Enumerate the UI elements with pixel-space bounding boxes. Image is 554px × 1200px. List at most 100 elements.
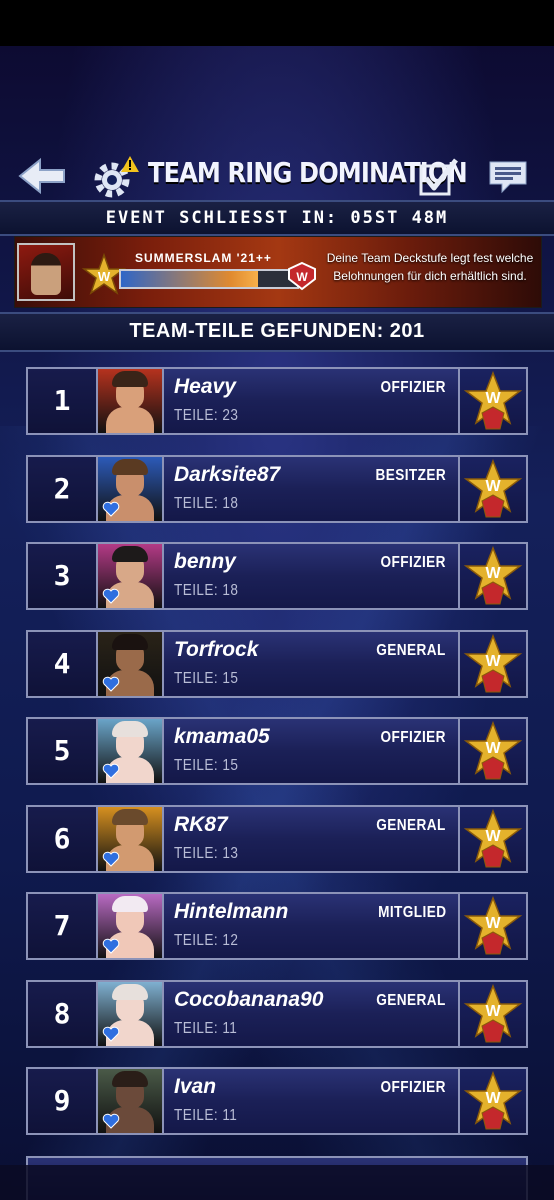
member-name: Ivan: [174, 1075, 217, 1098]
member-rank: 5: [28, 719, 98, 783]
member-parts-count: TEILE: 15: [174, 669, 239, 687]
member-rank: 3: [28, 544, 98, 608]
top-bar: TEAM RING DOMINATION: [0, 148, 554, 200]
member-row[interactable]: 9 Ivan TEILE: 11 OFFIZIER W: [26, 1067, 528, 1135]
member-role: GENERAL: [376, 816, 446, 834]
event-timer-bar: EVENT SCHLIESST IN: 05ST 48M: [0, 200, 554, 236]
member-rank: 2: [28, 456, 98, 521]
member-avatar[interactable]: [98, 456, 164, 521]
member-parts-count: TEILE: 12: [174, 932, 239, 949]
member-row[interactable]: 4 Torfrock TEILE: 15 GENERAL W: [26, 629, 528, 698]
reward-wwe-star-icon[interactable]: W: [458, 1069, 526, 1133]
member-role: OFFIZIER: [380, 1079, 446, 1096]
member-avatar[interactable]: [98, 981, 164, 1046]
reward-wwe-star-icon[interactable]: W: [458, 631, 526, 696]
member-avatar[interactable]: [98, 1069, 164, 1133]
member-parts-count: TEILE: 18: [174, 582, 239, 599]
member-name: benny: [174, 550, 236, 573]
event-avatar: [17, 243, 75, 301]
member-row[interactable]: 6 RK87 TEILE: 13 GENERAL W: [26, 804, 528, 873]
heart-icon: [102, 588, 120, 604]
reward-wwe-star-icon[interactable]: W: [458, 894, 526, 958]
status-bar: [0, 0, 554, 46]
member-rank: 4: [28, 631, 98, 696]
member-role: MITGLIED: [377, 904, 446, 921]
svg-text:W: W: [485, 565, 501, 582]
member-name: Hintelmann: [174, 900, 289, 923]
svg-text:W: W: [98, 269, 111, 284]
member-avatar[interactable]: [98, 631, 164, 696]
reward-wwe-star-icon[interactable]: W: [458, 544, 526, 608]
member-name: Torfrock: [174, 637, 259, 661]
member-avatar[interactable]: [98, 369, 164, 433]
member-avatar[interactable]: [98, 806, 164, 871]
event-timer-text: EVENT SCHLIESST IN: 05ST 48M: [105, 208, 449, 228]
member-parts-count: TEILE: 11: [174, 1019, 238, 1037]
checkbox-checked-icon[interactable]: [418, 156, 460, 198]
member-parts-count: TEILE: 11: [174, 1107, 238, 1124]
member-role: OFFIZIER: [380, 379, 446, 396]
member-role: GENERAL: [376, 641, 446, 659]
bottom-shade: [0, 1165, 554, 1200]
wwe-red-badge-icon: W: [288, 261, 316, 291]
member-parts-count: TEILE: 18: [174, 494, 239, 512]
reward-wwe-star-icon[interactable]: W: [458, 456, 526, 521]
event-progress-bar: [119, 269, 299, 289]
member-name: Darksite87: [174, 462, 281, 486]
member-row[interactable]: 2 Darksite87 TEILE: 18 BESITZER W: [26, 454, 528, 523]
member-row[interactable]: 3 benny TEILE: 18 OFFIZIER W: [26, 542, 528, 610]
member-row[interactable]: 5 kmama05 TEILE: 15 OFFIZIER W: [26, 717, 528, 785]
team-parts-bar: TEAM-TEILE GEFUNDEN: 201: [0, 312, 554, 352]
reward-wwe-star-icon[interactable]: W: [458, 806, 526, 871]
chat-icon[interactable]: [488, 160, 528, 196]
member-name: RK87: [174, 812, 228, 836]
member-name: Heavy: [174, 375, 236, 398]
member-role: BESITZER: [375, 466, 446, 484]
svg-text:W: W: [485, 915, 501, 932]
event-info-text: Deine Team Deckstufe legt fest welche Be…: [326, 251, 534, 283]
heart-icon: [102, 1026, 120, 1042]
member-role: OFFIZIER: [380, 554, 446, 571]
member-rank: 9: [28, 1069, 98, 1133]
member-avatar[interactable]: [98, 544, 164, 608]
svg-text:W: W: [485, 478, 501, 495]
member-avatar[interactable]: [98, 894, 164, 958]
reward-wwe-star-icon[interactable]: W: [458, 369, 526, 433]
member-parts-count: TEILE: 15: [174, 757, 239, 774]
member-rank: 7: [28, 894, 98, 958]
heart-icon: [102, 1113, 120, 1129]
reward-wwe-star-icon[interactable]: W: [458, 981, 526, 1046]
reward-wwe-star-icon[interactable]: W: [458, 719, 526, 783]
member-role: OFFIZIER: [380, 729, 446, 746]
member-name: Cocobanana90: [174, 987, 324, 1011]
member-role: GENERAL: [376, 991, 446, 1009]
heart-icon: [102, 501, 120, 517]
heart-icon: [102, 763, 120, 779]
svg-text:W: W: [485, 653, 501, 670]
member-row[interactable]: 8 Cocobanana90 TEILE: 11 GENERAL W: [26, 979, 528, 1048]
heart-icon: [102, 938, 120, 954]
heart-icon: [102, 676, 120, 692]
member-avatar[interactable]: [98, 719, 164, 783]
page-title: TEAM RING DOMINATION: [148, 156, 468, 189]
member-rank: 8: [28, 981, 98, 1046]
gear-alert-icon[interactable]: [92, 154, 140, 198]
svg-text:W: W: [485, 1090, 501, 1107]
member-rank: 6: [28, 806, 98, 871]
svg-text:W: W: [485, 390, 501, 407]
svg-text:W: W: [485, 1003, 501, 1020]
svg-text:W: W: [485, 740, 501, 757]
svg-text:W: W: [485, 828, 501, 845]
member-name: kmama05: [174, 725, 270, 748]
member-row[interactable]: 1 Heavy TEILE: 23 OFFIZIER W: [26, 367, 528, 435]
member-row[interactable]: 7 Hintelmann TEILE: 12 MITGLIED W: [26, 892, 528, 960]
member-parts-count: TEILE: 13: [174, 844, 239, 862]
arrow-left-icon[interactable]: [18, 156, 66, 196]
member-rank: 1: [28, 369, 98, 433]
team-parts-text: TEAM-TEILE GEFUNDEN: 201: [129, 320, 425, 342]
event-banner[interactable]: W SUMMERSLAM '21++ W Deine Team Deckstuf…: [14, 236, 542, 308]
svg-text:W: W: [296, 270, 308, 284]
member-parts-count: TEILE: 23: [174, 407, 239, 424]
event-name: SUMMERSLAM '21++: [135, 251, 272, 265]
heart-icon: [102, 851, 120, 867]
